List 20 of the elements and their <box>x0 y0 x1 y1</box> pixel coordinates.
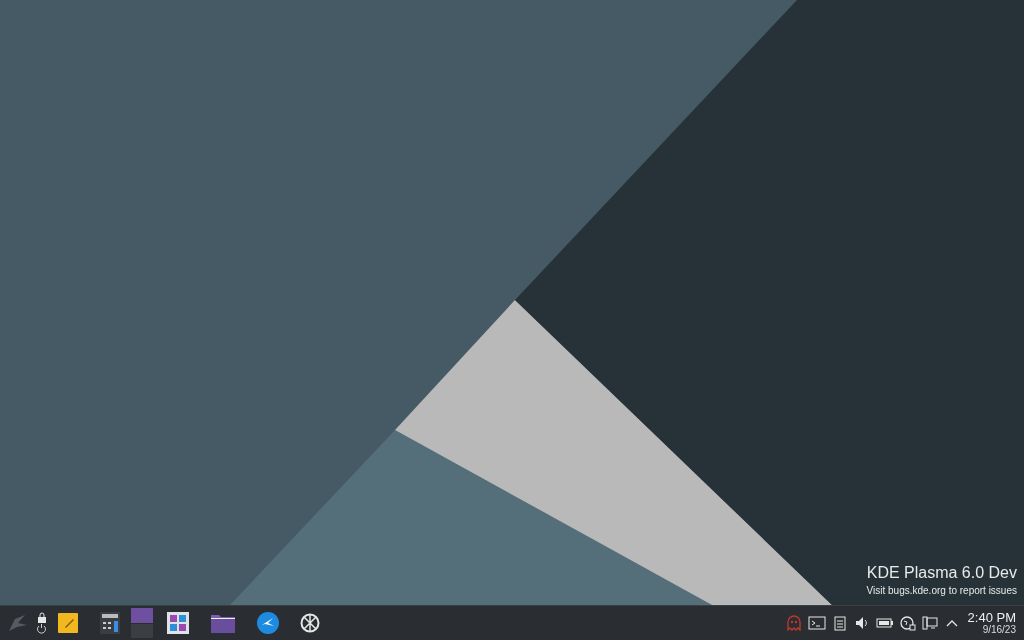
watermark-title: KDE Plasma 6.0 Dev <box>866 563 1017 583</box>
clipboard-icon[interactable] <box>831 615 848 631</box>
calculator-icon <box>100 612 120 634</box>
bird-icon <box>257 612 279 634</box>
terminal-icon[interactable] <box>807 615 826 631</box>
volume-icon[interactable] <box>853 615 870 631</box>
display-icon[interactable] <box>921 615 938 631</box>
globe-icon <box>300 613 320 633</box>
clock-date: 9/16/23 <box>982 625 1016 635</box>
watermark-subtitle: Visit bugs.kde.org to report issues <box>866 584 1017 598</box>
ghost-icon[interactable] <box>785 615 802 631</box>
power-icon[interactable] <box>36 623 47 634</box>
network-icon[interactable] <box>899 615 916 631</box>
folder-icon <box>211 613 235 633</box>
app-grid-icon <box>167 612 189 634</box>
sticky-note-icon <box>57 612 79 634</box>
lock-icon[interactable] <box>36 612 47 623</box>
battery-icon[interactable] <box>875 615 894 631</box>
digital-clock[interactable]: 2:40 PM 9/16/23 <box>963 611 1020 635</box>
clock-time: 2:40 PM <box>967 611 1016 624</box>
